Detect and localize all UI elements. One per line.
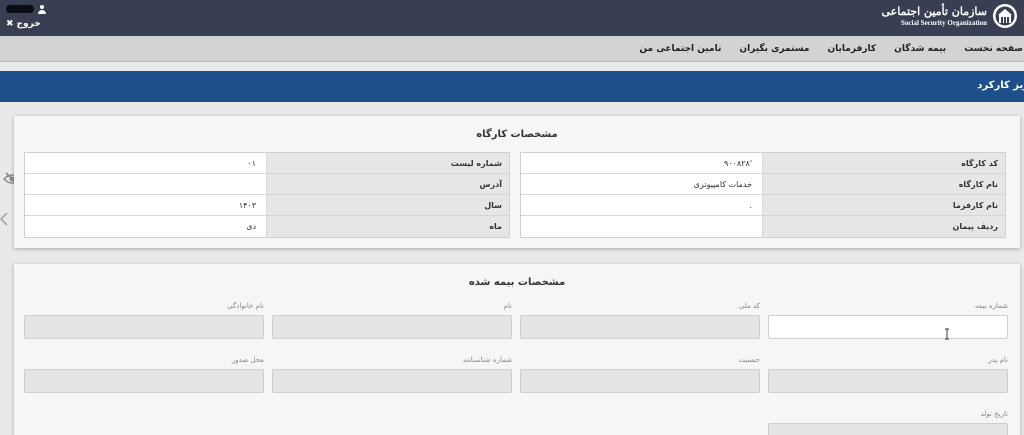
id-number-input[interactable] [272, 369, 512, 393]
contract-row-label: ردیف پیمان [763, 216, 1005, 237]
close-icon: ✖ [6, 19, 14, 29]
table-row: ۰۱ شماره لیست [25, 153, 509, 174]
father-name-input[interactable] [768, 369, 1008, 393]
table-row: . نام کارفرما [521, 195, 1005, 216]
user-block: ✖ خروج [6, 2, 46, 29]
list-number-value: ۰۱ [25, 153, 268, 173]
issue-place-input[interactable] [24, 369, 264, 393]
chevron-left-icon[interactable] [0, 212, 8, 226]
main-nav: صفحه نخست بیمه شدگان کارفرمایان مستمری ب… [0, 36, 1024, 62]
gender-input[interactable] [520, 369, 760, 393]
month-value: دی [25, 216, 268, 237]
birth-date-label: تاریخ تولد [980, 410, 1008, 418]
table-row: ردیف پیمان [521, 216, 1005, 237]
workshop-code-label: کد کارگاه [763, 153, 1005, 173]
page-header: ریز کارکرد [0, 71, 1024, 102]
redacted-username [6, 5, 34, 13]
insurance-number-input[interactable] [768, 315, 1008, 339]
brand[interactable]: سازمان تأمین اجتماعی Social Security Org… [882, 3, 1018, 29]
table-row: خدمات کامپیوتری نام کارگاه [521, 174, 1005, 195]
page-title: ریز کارکرد [977, 80, 1024, 91]
logout-button[interactable]: ✖ خروج [6, 19, 46, 29]
month-label: ماه [267, 216, 509, 237]
text-cursor-icon [945, 328, 949, 340]
first-name-label: نام [503, 302, 512, 310]
insurance-number-label: شماره بیمه [974, 302, 1008, 310]
year-value: ۱۴۰۳ [25, 195, 268, 215]
logout-label: خروج [16, 19, 41, 29]
last-name-input[interactable] [24, 315, 264, 339]
id-number-label: شماره شناسنامه [462, 356, 512, 364]
table-row: ۹۰۰۸۲۸' کد کارگاه [521, 153, 1005, 174]
ssorg-logo-icon [993, 4, 1017, 28]
national-code-input[interactable] [520, 315, 760, 339]
national-code-label: کد ملی [738, 302, 760, 310]
employer-name-label: نام کارفرما [763, 195, 1005, 215]
brand-title-fa: سازمان تأمین اجتماعی [881, 5, 987, 18]
workshop-grid-left: ۰۱ شماره لیست آدرس ۱۴۰۳ سال دی ماه [24, 152, 510, 238]
workshop-title: مشخصات کارگاه [476, 129, 558, 140]
nav-pensioners[interactable]: مستمری بگیران [730, 44, 818, 54]
insured-title: مشخصات بیمه شده [468, 277, 566, 288]
address-label: آدرس [267, 174, 509, 194]
nav-insured[interactable]: بیمه شدگان [885, 44, 955, 54]
birth-date-input[interactable] [768, 423, 1008, 435]
workshop-code-value: ۹۰۰۸۲۸' [521, 153, 764, 173]
nav-home[interactable]: صفحه نخست [955, 44, 1024, 54]
gender-label: جنسیت [738, 356, 760, 364]
nav-my-ssorg[interactable]: تامین اجتماعی من [630, 44, 730, 54]
top-bar: ✖ خروج سازمان تأمین اجتماعی Social Secur… [0, 0, 1024, 36]
workshop-name-label: نام کارگاه [763, 174, 1005, 194]
table-row: آدرس [25, 174, 509, 195]
issue-place-label: محل صدور [231, 356, 264, 364]
nav-employers[interactable]: کارفرمایان [818, 44, 885, 54]
first-name-input[interactable] [272, 315, 512, 339]
user-menu[interactable] [6, 2, 46, 16]
workshop-grid-right: ۹۰۰۸۲۸' کد کارگاه خدمات کامپیوتری نام کا… [520, 152, 1006, 238]
year-label: سال [267, 195, 509, 215]
father-name-label: نام پدر [988, 356, 1008, 364]
workshop-card: مشخصات کارگاه ۹۰۰۸۲۸' کد کارگاه خدمات کا… [14, 116, 1020, 248]
table-row: ۱۴۰۳ سال [25, 195, 509, 216]
last-name-label: نام خانوادگی [227, 302, 264, 310]
contract-row-value [521, 216, 764, 237]
brand-title-en: Social Security Organization [901, 19, 987, 27]
user-icon [38, 4, 46, 14]
table-row: دی ماه [25, 216, 509, 237]
list-number-label: شماره لیست [267, 153, 509, 173]
workshop-name-value: خدمات کامپیوتری [521, 174, 764, 194]
insured-card: مشخصات بیمه شده شماره بیمه کد ملی نام نا… [14, 264, 1020, 435]
employer-name-value: . [521, 195, 764, 215]
address-value [25, 174, 268, 194]
